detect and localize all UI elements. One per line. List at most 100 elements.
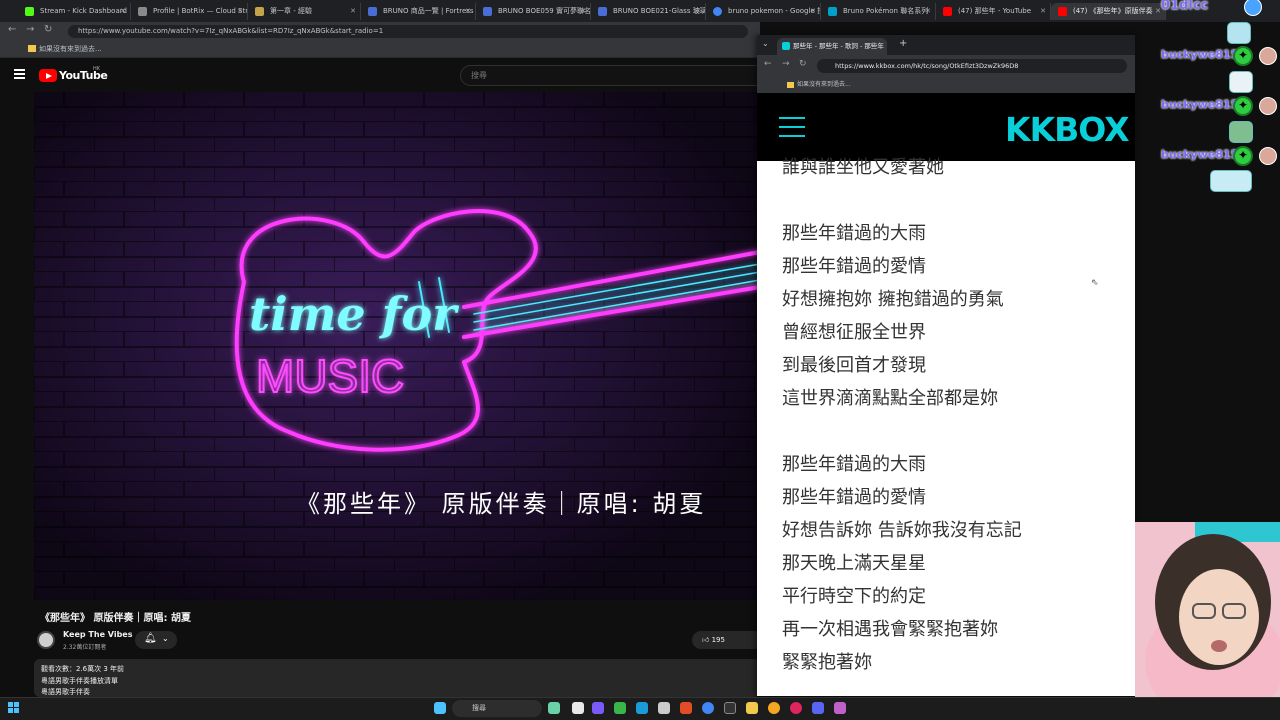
- channel-name[interactable]: Keep The Vibes: [63, 630, 133, 639]
- art-text-music: MUSIC: [256, 350, 404, 402]
- art-text-time-for: time for: [249, 287, 460, 341]
- url-input[interactable]: https://www.youtube.com/watch?v=7Iz_qNxA…: [68, 25, 748, 38]
- address-bar-row: ← → ↻ https://www.youtube.com/watch?v=7I…: [0, 22, 760, 40]
- kkbox-logo[interactable]: KKBOX: [1005, 110, 1130, 149]
- kkbox-url-input[interactable]: https://www.kkbox.com/hk/tc/song/OtkEfiz…: [817, 59, 1127, 73]
- chat-username: buckywe815: [1161, 98, 1239, 111]
- back-icon[interactable]: ←: [8, 24, 16, 35]
- subscriber-count: 2.32萬位訂閱者: [63, 644, 107, 651]
- new-tab-button[interactable]: +: [899, 38, 907, 49]
- badge-gem-icon: [1233, 146, 1253, 166]
- streamer-webcam-image: [1135, 522, 1280, 698]
- site-icon: [255, 7, 264, 16]
- app-icon[interactable]: [658, 702, 670, 714]
- chrome-icon[interactable]: [702, 702, 714, 714]
- folder-icon[interactable]: [746, 702, 758, 714]
- lyric-line: 好想擁抱妳 擁抱錯過的勇氣: [782, 289, 1004, 310]
- browser-tab[interactable]: Stream - Kick Dashboard ✕: [18, 3, 131, 20]
- close-icon[interactable]: ✕: [695, 3, 701, 20]
- close-icon[interactable]: ✕: [925, 3, 931, 20]
- close-icon[interactable]: ✕: [120, 3, 126, 20]
- search-input[interactable]: 搜尋: [460, 65, 760, 86]
- youtube-icon: [943, 7, 952, 16]
- windows-start-icon[interactable]: [8, 702, 20, 714]
- emote-icon: [1227, 22, 1251, 44]
- steam-icon[interactable]: [636, 702, 648, 714]
- like-count: 195: [711, 636, 725, 644]
- app-icon[interactable]: [724, 702, 736, 714]
- lyric-line: 誰與誰坐他又愛著她: [782, 157, 944, 178]
- tab-search-icon[interactable]: ⌄: [762, 39, 769, 48]
- video-player[interactable]: time for MUSIC 《那些年》 原版伴奏｜原唱: 胡夏: [34, 92, 760, 600]
- file-explorer-icon[interactable]: [572, 702, 584, 714]
- lyric-line: 再一次相遇我會緊緊抱著妳: [782, 619, 998, 640]
- stream-chat-overlay: 01dlcc buckywe815 buckywe815 buckywe815: [1155, 0, 1280, 200]
- browser-tab[interactable]: BRUNO BOE021-Glass 玻璃 ✕: [591, 3, 706, 20]
- kkbox-tab-strip: ⌄ 那些年 - 那些年 - 歌詞 - 那些年 +: [757, 35, 1135, 55]
- bookmark-item[interactable]: 如果沒有來到過去...: [28, 44, 102, 54]
- reload-icon[interactable]: ↻: [44, 24, 52, 35]
- emote-icon: [1229, 71, 1253, 93]
- browser-tab-strip: Stream - Kick Dashboard ✕ Profile | BotRi…: [0, 0, 1280, 22]
- discord-icon[interactable]: [812, 702, 824, 714]
- app-icon[interactable]: [614, 702, 626, 714]
- region-label: HK: [93, 66, 101, 72]
- site-icon: [828, 7, 837, 16]
- hamburger-menu-icon[interactable]: [14, 69, 25, 79]
- chevron-down-icon: ⌄: [162, 634, 169, 643]
- forward-icon[interactable]: →: [26, 24, 34, 35]
- browser-tab[interactable]: Bruno Pokémon 聯名系列 ✕: [821, 3, 936, 20]
- widgets-icon[interactable]: [548, 702, 560, 714]
- browser-tab[interactable]: (47) 那些年 - YouTube ✕: [936, 3, 1051, 20]
- thumbs-up-icon: 👍︎: [702, 636, 710, 644]
- app-icon[interactable]: [592, 702, 604, 714]
- lyric-line: 那些年錯過的大雨: [782, 223, 926, 244]
- kkbox-tab[interactable]: 那些年 - 那些年 - 歌詞 - 那些年: [777, 38, 887, 55]
- lyric-line: 這世界滴滴點點全部都是妳: [782, 388, 998, 409]
- view-count: 觀看次數：2.6萬次 3 年前: [41, 665, 125, 673]
- obs-icon[interactable]: [790, 702, 802, 714]
- browser-tab[interactable]: 第一章 - 經驗 ✕: [248, 3, 361, 20]
- youtube-logo-icon[interactable]: [39, 69, 57, 82]
- playlist-link[interactable]: 粵語男歌手伴奏: [41, 687, 90, 697]
- close-icon[interactable]: ✕: [465, 3, 471, 20]
- taskbar-search-input[interactable]: 搜尋: [452, 700, 542, 717]
- chat-username: 01dlcc: [1161, 0, 1209, 13]
- video-description[interactable]: 觀看次數：2.6萬次 3 年前 粵語男歌手伴奏播放清單 粵語男歌手伴奏: [34, 659, 760, 697]
- channel-avatar[interactable]: [37, 631, 55, 649]
- app-icon[interactable]: [768, 702, 780, 714]
- browser-tab[interactable]: BRUNO BOE059 實可夢聯名 ✕: [476, 3, 591, 20]
- bookmarks-bar: 如果沒有來到過去...: [0, 40, 760, 58]
- forward-icon[interactable]: →: [782, 59, 790, 69]
- lyric-line: 平行時空下的約定: [782, 586, 926, 607]
- app-icon[interactable]: [834, 702, 846, 714]
- close-icon[interactable]: ✕: [580, 3, 586, 20]
- back-icon[interactable]: ←: [764, 59, 772, 69]
- emote-icon: [1229, 121, 1253, 143]
- kkbox-bookmark-item[interactable]: 如果沒有來到過去...: [757, 77, 1135, 93]
- close-icon[interactable]: ✕: [350, 3, 356, 20]
- firefox-icon[interactable]: [680, 702, 692, 714]
- reload-icon[interactable]: ↻: [799, 59, 807, 69]
- browser-tab-active[interactable]: (47) 《那些年》原版伴奏 ✕: [1051, 3, 1166, 20]
- close-icon[interactable]: ✕: [810, 3, 816, 20]
- subscribe-bell-button[interactable]: 🔔︎ ⌄: [135, 631, 177, 649]
- youtube-icon: [1058, 7, 1067, 16]
- start-button-icon[interactable]: [434, 702, 446, 714]
- lyric-line: 曾經想征服全世界: [782, 322, 926, 343]
- lyric-line: 那些年錯過的愛情: [782, 487, 926, 508]
- youtube-brand[interactable]: YouTube: [59, 69, 108, 82]
- browser-tab[interactable]: BRUNO 商品一覽 | Fortress ✕: [361, 3, 476, 20]
- bell-icon: 🔔︎: [144, 633, 157, 644]
- lyric-line: 好想告訴妳 告訴妳我沒有忘記: [782, 520, 1022, 541]
- kkbox-menu-icon[interactable]: [779, 117, 805, 139]
- browser-tab[interactable]: Profile | BotRix — Cloud Str ✕: [131, 3, 248, 20]
- badge-gem-icon: [1233, 96, 1253, 116]
- browser-tab[interactable]: bruno pokemon - Google 搜尋 ✕: [706, 3, 821, 20]
- webcam-overlay: [1135, 522, 1280, 698]
- close-icon[interactable]: ✕: [1040, 3, 1046, 20]
- close-icon[interactable]: ✕: [237, 3, 243, 20]
- like-button[interactable]: 👍︎ 195: [692, 631, 760, 649]
- bruno-icon: [598, 7, 607, 16]
- kkbox-browser-window: ⌄ 那些年 - 那些年 - 歌詞 - 那些年 + ← → ↻ https://w…: [757, 35, 1135, 696]
